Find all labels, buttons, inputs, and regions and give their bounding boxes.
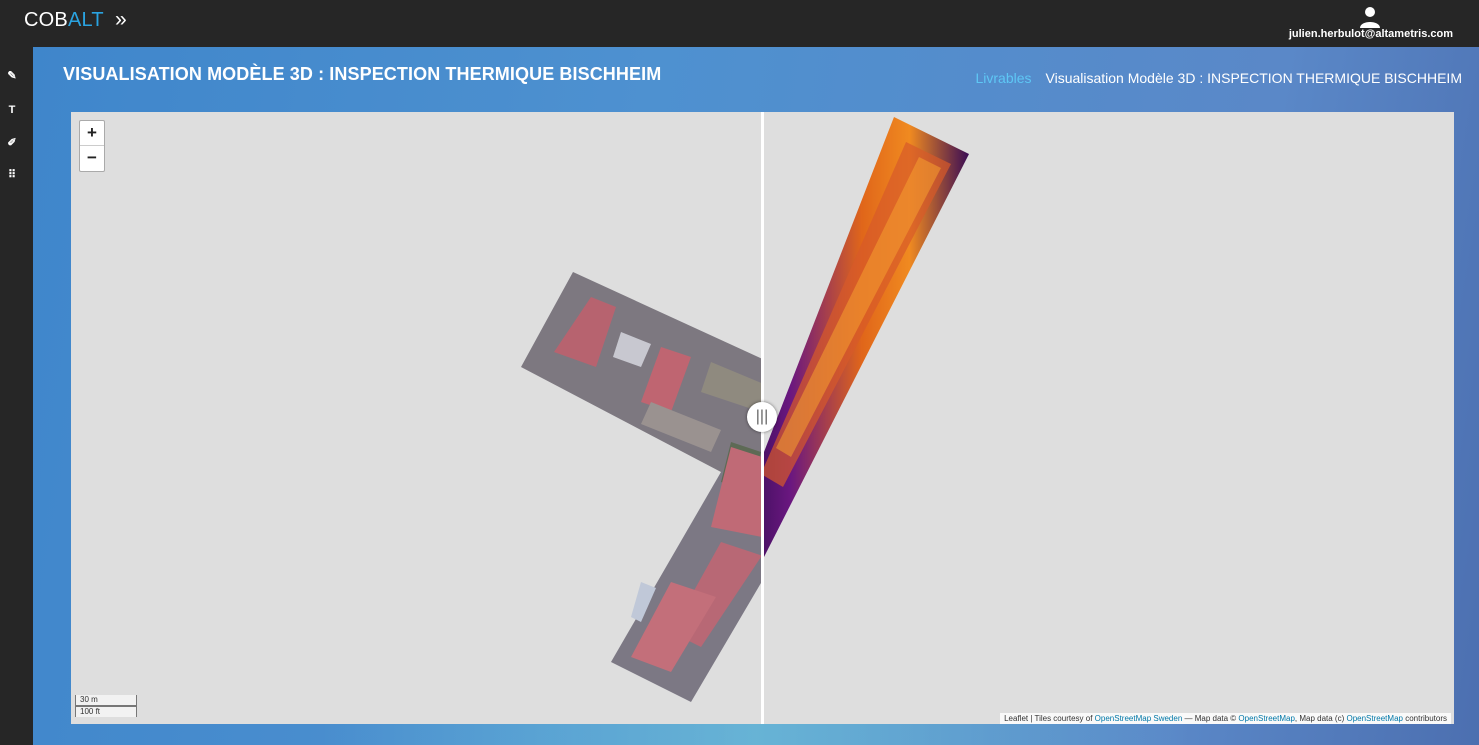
edit-icon[interactable]: ✐ xyxy=(5,136,19,150)
map-scale: 30 m 100 ft xyxy=(75,695,137,717)
breadcrumb-link-livrables[interactable]: Livrables xyxy=(975,70,1031,86)
user-email: julien.herbulot@altametris.com xyxy=(1288,28,1453,40)
expand-sidebar-icon[interactable]: » xyxy=(115,8,127,32)
top-bar: COBALT » julien.herbulot@altametris.com xyxy=(0,0,1479,47)
zoom-out-button[interactable]: − xyxy=(80,145,104,170)
scale-imperial: 100 ft xyxy=(75,706,137,717)
attribution-mid2: , Map data (c) xyxy=(1294,714,1347,723)
main-content: VISUALISATION MODÈLE 3D : INSPECTION THE… xyxy=(33,47,1479,745)
attribution-link-osm-sweden[interactable]: OpenStreetMap Sweden xyxy=(1095,714,1183,723)
scale-metric: 30 m xyxy=(75,695,137,706)
attribution-prefix: Leaflet | Tiles courtesy of xyxy=(1004,714,1095,723)
breadcrumb: Livrables Visualisation Modèle 3D : INSPE… xyxy=(975,70,1462,86)
user-menu[interactable]: julien.herbulot@altametris.com xyxy=(1253,4,1453,44)
grid-icon[interactable]: ⠿ xyxy=(5,168,19,182)
attribution-suffix: contributors xyxy=(1402,714,1447,723)
map-viewer[interactable]: + − ||| 30 m 100 ft Leaflet | Tiles cour… xyxy=(71,112,1454,724)
logo-text-part1: COB xyxy=(24,9,68,31)
logo-text-part2: ALT xyxy=(67,9,104,31)
thermal-layer xyxy=(762,117,969,557)
text-icon[interactable]: T xyxy=(5,103,19,117)
page-title: VISUALISATION MODÈLE 3D : INSPECTION THE… xyxy=(63,64,662,84)
zoom-in-button[interactable]: + xyxy=(80,121,104,145)
zoom-control: + − xyxy=(79,120,105,172)
app-logo[interactable]: COBALT xyxy=(24,9,104,32)
map-attribution: Leaflet | Tiles courtesy of OpenStreetMa… xyxy=(1000,713,1451,724)
user-icon xyxy=(1360,7,1380,28)
attribution-link-osm[interactable]: OpenStreetMap xyxy=(1238,714,1294,723)
attribution-link-osm-2[interactable]: OpenStreetMap xyxy=(1346,714,1402,723)
sidebar: ✎ T ✐ ⠿ xyxy=(0,47,33,745)
divider-drag-handle[interactable]: ||| xyxy=(747,402,777,432)
attribution-mid1: — Map data © xyxy=(1182,714,1239,723)
pencil-icon[interactable]: ✎ xyxy=(5,69,19,83)
breadcrumb-current: Visualisation Modèle 3D : INSPECTION THE… xyxy=(1045,70,1463,86)
